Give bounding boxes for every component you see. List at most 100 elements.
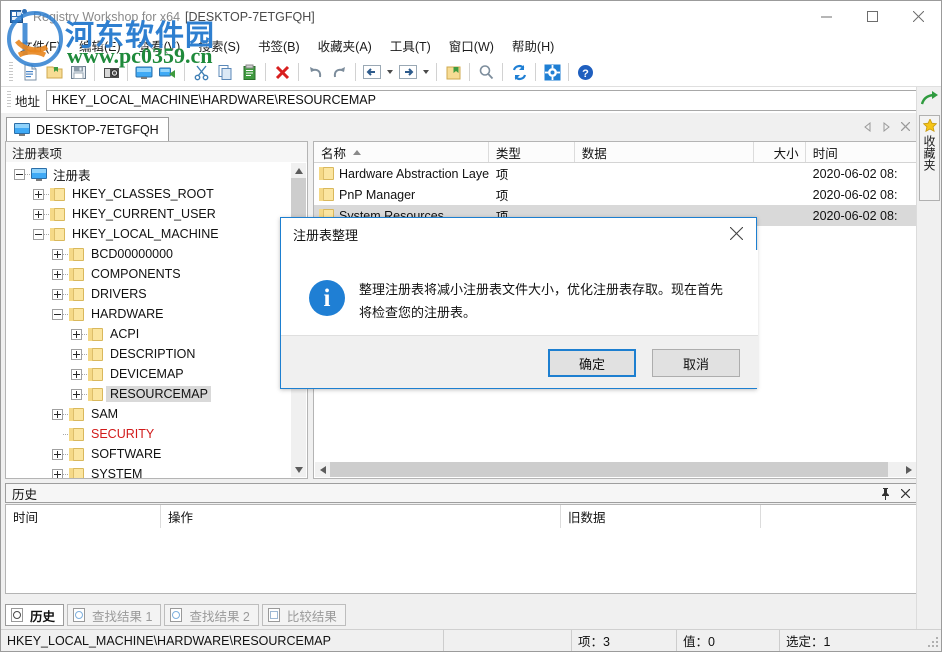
tab-next-icon[interactable]	[880, 119, 893, 134]
history-column-olddata[interactable]: 旧数据	[561, 505, 761, 528]
tree-node[interactable]: DRIVERS	[6, 284, 292, 304]
toolbar-grip[interactable]	[9, 62, 13, 82]
tree-node[interactable]: BCD00000000	[6, 244, 292, 264]
list-scroll-thumb[interactable]	[330, 462, 888, 477]
menu-item-favorites[interactable]: 收藏夹(A)	[309, 33, 381, 58]
expand-icon[interactable]	[52, 449, 63, 460]
pin-icon[interactable]	[879, 486, 892, 501]
help-icon[interactable]: ?	[573, 61, 597, 84]
resize-grip[interactable]	[927, 637, 939, 649]
tab-desktop-7etgfqh[interactable]: DESKTOP-7ETGFQH	[6, 117, 169, 141]
bottom-tab-history[interactable]: 历史	[5, 604, 64, 626]
scroll-down-icon[interactable]	[291, 462, 306, 477]
minimize-icon[interactable]	[803, 1, 849, 32]
expand-icon[interactable]	[52, 409, 63, 420]
column-header-time[interactable]: 时间	[806, 142, 917, 162]
bottom-tab-compare-result[interactable]: 比较结果	[262, 604, 346, 626]
bottom-tab-search-result-1[interactable]: 查找结果 1	[67, 604, 161, 626]
collapse-icon[interactable]	[52, 309, 63, 320]
collapse-icon[interactable]	[14, 169, 25, 180]
close-icon[interactable]	[895, 1, 941, 32]
address-input[interactable]: HKEY_LOCAL_MACHINE\HARDWARE\RESOURCEMAP	[47, 93, 921, 107]
tree-node[interactable]: ACPI	[6, 324, 292, 344]
new-icon[interactable]	[18, 61, 42, 84]
back-icon[interactable]	[360, 61, 384, 84]
expand-icon[interactable]	[33, 189, 44, 200]
delete-icon[interactable]	[270, 61, 294, 84]
tree-node[interactable]: RESOURCEMAP	[6, 384, 292, 404]
tree-node[interactable]: SOFTWARE	[6, 444, 292, 464]
tree-node[interactable]: COMPONENTS	[6, 264, 292, 284]
menu-item-view[interactable]: 查看(V)	[130, 33, 190, 58]
menu-item-edit[interactable]: 编辑(E)	[70, 33, 130, 58]
menu-item-tools[interactable]: 工具(T)	[381, 33, 440, 58]
back-dropdown-icon[interactable]	[384, 61, 396, 84]
table-row[interactable]: Hardware Abstraction Layer项2020-06-02 08…	[314, 163, 917, 184]
bottom-tab-search-result-2[interactable]: 查找结果 2	[164, 604, 258, 626]
favorites-panel-tab[interactable]: 收藏夹	[919, 115, 940, 201]
screenshot-icon[interactable]	[99, 61, 123, 84]
settings-icon[interactable]	[540, 61, 564, 84]
expand-icon[interactable]	[33, 209, 44, 220]
history-column-time[interactable]: 时间	[6, 505, 161, 528]
menu-item-bookmarks[interactable]: 书签(B)	[249, 33, 309, 58]
forward-icon[interactable]	[396, 61, 420, 84]
ok-button[interactable]: 确定	[548, 349, 636, 377]
close-icon[interactable]	[899, 486, 912, 501]
search-icon[interactable]	[474, 61, 498, 84]
registry-tree[interactable]: 注册表HKEY_CLASSES_ROOTHKEY_CURRENT_USERHKE…	[5, 162, 308, 479]
tab-close-icon[interactable]	[899, 119, 912, 134]
tree-node[interactable]: SAM	[6, 404, 292, 424]
refresh-icon[interactable]	[507, 61, 531, 84]
column-header-data[interactable]: 数据	[575, 142, 754, 162]
maximize-icon[interactable]	[849, 1, 895, 32]
paste-icon[interactable]	[237, 61, 261, 84]
address-combobox[interactable]: HKEY_LOCAL_MACHINE\HARDWARE\RESOURCEMAP	[46, 90, 939, 111]
address-bar-grip[interactable]	[7, 91, 11, 109]
connect-network-icon[interactable]	[156, 61, 180, 84]
scroll-right-icon[interactable]	[901, 462, 916, 477]
expand-icon[interactable]	[71, 329, 82, 340]
tree-node[interactable]: 注册表	[6, 164, 292, 184]
undo-icon[interactable]	[303, 61, 327, 84]
computer-icon[interactable]	[132, 61, 156, 84]
forward-dropdown-icon[interactable]	[420, 61, 432, 84]
history-column-action[interactable]: 操作	[161, 505, 561, 528]
table-row[interactable]: PnP Manager项2020-06-02 08:	[314, 184, 917, 205]
column-header-type[interactable]: 类型	[489, 142, 575, 162]
list-horizontal-scrollbar[interactable]	[315, 462, 916, 477]
expand-icon[interactable]	[52, 249, 63, 260]
scroll-left-icon[interactable]	[315, 462, 330, 477]
cut-icon[interactable]	[189, 61, 213, 84]
menu-item-search[interactable]: 搜索(S)	[189, 33, 249, 58]
expand-icon[interactable]	[52, 269, 63, 280]
tree-node[interactable]: HKEY_LOCAL_MACHINE	[6, 224, 292, 244]
expand-icon[interactable]	[71, 349, 82, 360]
expand-icon[interactable]	[52, 289, 63, 300]
tree-node[interactable]: DEVICEMAP	[6, 364, 292, 384]
cancel-button[interactable]: 取消	[652, 349, 740, 377]
column-header-name[interactable]: 名称	[314, 142, 489, 162]
tree-node[interactable]: HKEY_CURRENT_USER	[6, 204, 292, 224]
copy-icon[interactable]	[213, 61, 237, 84]
go-arrow-icon[interactable]	[919, 87, 941, 111]
tab-prev-icon[interactable]	[861, 119, 874, 134]
column-header-size[interactable]: 大小	[754, 142, 806, 162]
open-icon[interactable]	[42, 61, 66, 84]
redo-icon[interactable]	[327, 61, 351, 84]
menu-item-window[interactable]: 窗口(W)	[440, 33, 503, 58]
expand-icon[interactable]	[52, 469, 63, 480]
save-icon[interactable]	[66, 61, 90, 84]
tree-node[interactable]: HARDWARE	[6, 304, 292, 324]
close-icon[interactable]	[722, 222, 750, 244]
menu-item-file[interactable]: 文件(F)	[11, 33, 70, 58]
tree-node[interactable]: HKEY_CLASSES_ROOT	[6, 184, 292, 204]
up-folder-icon[interactable]	[441, 61, 465, 84]
menu-item-help[interactable]: 帮助(H)	[503, 33, 563, 58]
tree-node[interactable]: DESCRIPTION	[6, 344, 292, 364]
expand-icon[interactable]	[71, 389, 82, 400]
expand-icon[interactable]	[71, 369, 82, 380]
tree-node[interactable]: SYSTEM	[6, 464, 292, 479]
history-panel-body[interactable]: 时间 操作 旧数据	[5, 504, 918, 594]
scroll-up-icon[interactable]	[291, 163, 306, 178]
